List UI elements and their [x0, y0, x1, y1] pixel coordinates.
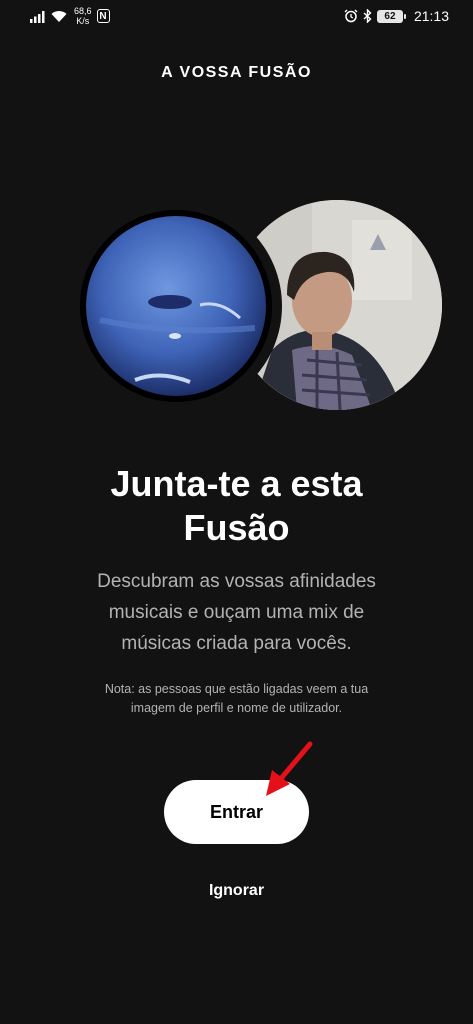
- note-line2: imagem de perfil e nome de utilizador.: [130, 701, 343, 715]
- page-title: A VOSSA FUSÃO: [161, 64, 312, 81]
- network-speed-unit: K/s: [76, 16, 90, 26]
- invite-description: Descubram as vossas afinidades musicais …: [60, 566, 413, 659]
- privacy-note: Nota: as pessoas que estão ligadas veem …: [70, 680, 403, 718]
- network-speed: 68,6 K/s: [74, 6, 92, 26]
- status-bar-right: 62 21:13: [344, 8, 449, 24]
- user-avatar: [70, 200, 282, 412]
- clock: 21:13: [413, 8, 449, 24]
- status-bar-left: 68,6 K/s N: [30, 6, 110, 26]
- blend-invite-screen: 68,6 K/s N 62 21:13 A VOSSA FUSÃO Junta-…: [0, 0, 473, 1024]
- description-line1: Descubram as vossas afinidades: [97, 571, 376, 592]
- nfc-icon: N: [96, 9, 110, 23]
- network-speed-value: 68,6: [74, 6, 92, 16]
- battery-icon: 62: [376, 9, 406, 23]
- invite-heading-line1: Junta-te a esta: [110, 463, 363, 504]
- annotation-arrow-icon: [266, 741, 313, 796]
- description-line2: musicais e ouçam uma mix de: [108, 602, 365, 623]
- status-bar: 68,6 K/s N 62 21:13: [0, 0, 473, 34]
- invite-heading-line2: Fusão: [183, 507, 290, 548]
- user-photo: [80, 210, 272, 402]
- invite-heading: Junta-te a esta Fusão: [0, 462, 473, 550]
- description-line3: músicas criada para vocês.: [121, 633, 352, 654]
- bluetooth-icon: [363, 9, 372, 23]
- alarm-icon: [344, 9, 358, 23]
- signal-icon: [30, 10, 45, 23]
- battery-level: 62: [384, 10, 396, 22]
- blend-avatars: [0, 190, 473, 420]
- note-line1: Nota: as pessoas que estão ligadas veem …: [104, 682, 369, 696]
- skip-link[interactable]: Ignorar: [0, 882, 473, 900]
- wifi-icon: [51, 10, 67, 22]
